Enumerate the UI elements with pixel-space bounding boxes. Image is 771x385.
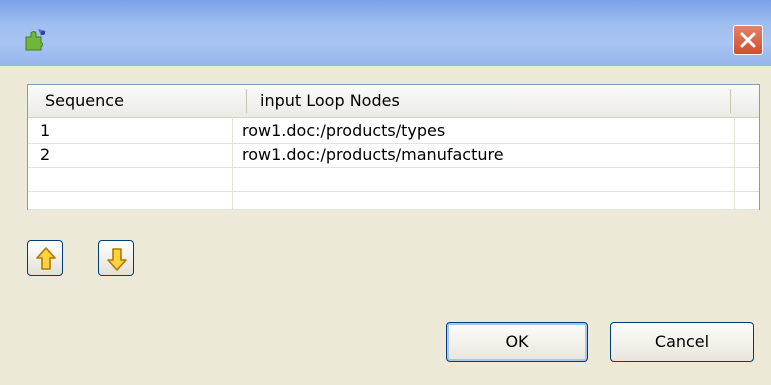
table-row-empty[interactable] (28, 191, 759, 210)
arrow-up-icon (36, 247, 56, 270)
table-row[interactable]: 2 row1.doc:/products/manufacture (28, 143, 759, 168)
close-icon (740, 32, 756, 48)
loop-nodes-table[interactable]: Sequence input Loop Nodes 1 row1.doc:/pr… (27, 84, 760, 210)
column-header-sequence[interactable]: Sequence (45, 85, 124, 117)
column-divider[interactable] (246, 89, 247, 113)
table-row[interactable]: 1 row1.doc:/products/types (28, 119, 759, 144)
loop-node-cell: row1.doc:/products/types (242, 121, 446, 140)
loop-node-cell: row1.doc:/products/manufacture (242, 145, 504, 164)
move-down-button[interactable] (98, 240, 134, 276)
puzzle-icon (22, 27, 48, 53)
column-divider[interactable] (730, 89, 731, 113)
dialog-window: Sequence input Loop Nodes 1 row1.doc:/pr… (0, 0, 771, 385)
title-bar-background (0, 0, 771, 66)
column-header-input-loop-nodes[interactable]: input Loop Nodes (260, 85, 400, 117)
arrow-down-icon (107, 248, 127, 271)
table-row-empty[interactable] (28, 167, 759, 192)
ok-button[interactable]: OK (446, 322, 588, 362)
move-up-button[interactable] (27, 240, 63, 276)
table-header: Sequence input Loop Nodes (28, 85, 759, 118)
close-button[interactable] (733, 25, 763, 55)
title-bar[interactable] (0, 0, 771, 66)
sequence-cell: 1 (40, 121, 51, 140)
sequence-cell: 2 (40, 145, 51, 164)
cancel-button[interactable]: Cancel (610, 322, 754, 362)
